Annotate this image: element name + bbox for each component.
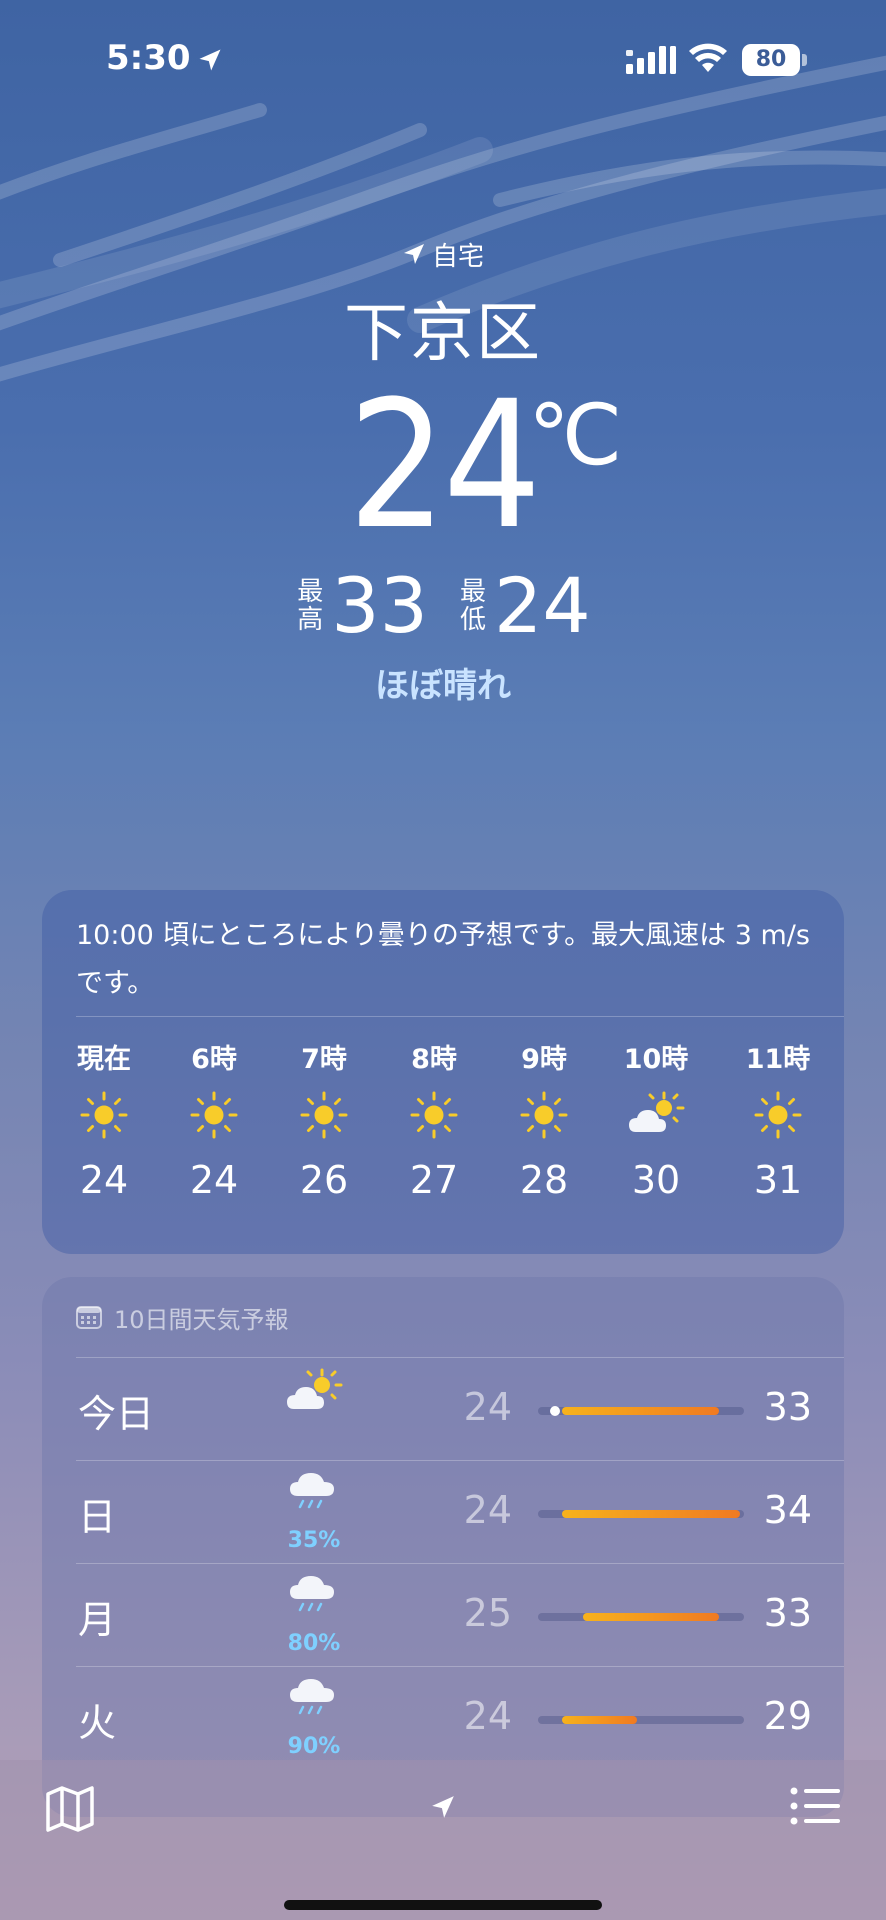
temp-range-bar	[538, 1406, 744, 1416]
location-arrow-icon	[403, 244, 424, 264]
high-low: 最高 33 最低 24	[0, 566, 886, 646]
hour-label: 10時	[623, 1044, 689, 1075]
daily-header-label: 10日間天気予報	[114, 1305, 289, 1334]
partly-cloudy-icon	[278, 1367, 350, 1455]
high-temp: 34	[763, 1488, 812, 1532]
hour-temp: 30	[631, 1158, 681, 1202]
low-temp: 25	[463, 1591, 512, 1635]
daily-row[interactable]: 月 80% 25 33	[42, 1563, 844, 1666]
current-temp-dot	[550, 1406, 560, 1416]
low-label: 最低	[459, 577, 486, 635]
high-value: 33	[331, 561, 428, 650]
rain-cloud-icon: 90%	[278, 1676, 350, 1764]
day-label: 月	[78, 1598, 117, 1642]
hour-label: 7時	[301, 1044, 347, 1075]
sun-icon	[159, 1080, 269, 1150]
location-arrow-icon[interactable]	[430, 1794, 456, 1820]
condition-text: ほぼ晴れ	[375, 666, 511, 706]
low-value: 24	[494, 561, 591, 650]
precip-chance: 80%	[287, 1631, 341, 1656]
hourly-item: 現在 24	[49, 1040, 159, 1210]
hourly-item: 6時 24	[159, 1040, 269, 1210]
home-location: 自宅	[0, 236, 886, 272]
home-indicator[interactable]	[284, 1900, 602, 1910]
map-icon[interactable]	[44, 1782, 96, 1834]
precip-chance: 35%	[287, 1528, 341, 1553]
hour-temp: 31	[753, 1158, 803, 1202]
hourly-item: 10時 30	[601, 1040, 711, 1210]
day-label: 今日	[78, 1392, 155, 1436]
hour-label: 8時	[411, 1044, 457, 1075]
divider	[76, 1016, 844, 1017]
location-arrow-icon	[199, 49, 221, 71]
hour-label: 現在	[77, 1044, 131, 1075]
sun-icon	[49, 1080, 159, 1150]
low-temp: 24	[463, 1694, 512, 1738]
sun-icon	[379, 1080, 489, 1150]
temp-range-fill	[562, 1407, 720, 1415]
temp-range-fill	[562, 1716, 637, 1724]
hour-temp: 27	[409, 1158, 459, 1202]
temp-range-fill	[562, 1510, 740, 1518]
low-temp: 24	[463, 1488, 512, 1532]
list-icon[interactable]	[790, 1786, 840, 1826]
home-label: 自宅	[431, 241, 484, 272]
temp-range-bar	[538, 1510, 744, 1518]
bottom-toolbar	[0, 1760, 886, 1920]
daily-row[interactable]: 日 35% 24 34	[42, 1460, 844, 1563]
current-temperature: 24 ℃	[0, 376, 886, 556]
sun-icon	[269, 1080, 379, 1150]
divider	[76, 1666, 844, 1667]
divider	[76, 1460, 844, 1461]
divider	[76, 1563, 844, 1564]
high-temp: 29	[763, 1694, 812, 1738]
current-weather: 自宅 下京区 24 ℃ 最高 33 最低 24 ほぼ晴れ	[0, 236, 886, 707]
hour-temp: 24	[189, 1158, 239, 1202]
high-temp: 33	[763, 1385, 812, 1429]
rain-cloud-icon: 35%	[278, 1470, 350, 1558]
calendar-icon	[76, 1306, 102, 1329]
hour-label: 9時	[521, 1044, 567, 1075]
daily-row[interactable]: 火 90% 24 29	[42, 1666, 844, 1769]
hour-label: 11時	[745, 1044, 811, 1075]
hour-temp: 26	[299, 1158, 349, 1202]
hourly-list[interactable]: 現在 24 6時 24 7時 26 8時 27 9時 28 10時 30 11時 31	[42, 1040, 844, 1240]
hourly-item: 11時 31	[723, 1040, 833, 1210]
precip-chance: 90%	[287, 1734, 341, 1759]
temp-range-fill	[582, 1613, 720, 1621]
low-temp: 24	[463, 1385, 512, 1429]
high-label: 最高	[297, 577, 324, 635]
daily-forecast-card[interactable]: 10日間天気予報 今日 24 33 日 35% 24 34 月 80% 25 33 火 90% 24 29	[42, 1277, 844, 1817]
hour-label: 6時	[191, 1044, 237, 1075]
high-temp: 33	[763, 1591, 812, 1635]
temperature-unit: ℃	[528, 386, 623, 484]
status-bar: 5:30 80	[0, 0, 886, 120]
hourly-item: 8時 27	[379, 1040, 489, 1210]
hour-temp: 28	[519, 1158, 569, 1202]
daily-row[interactable]: 今日 24 33	[42, 1357, 844, 1460]
battery-indicator: 80	[742, 44, 808, 76]
battery-level: 80	[755, 47, 787, 72]
status-time: 5:30	[106, 38, 191, 78]
wifi-icon	[689, 43, 727, 72]
cellular-signal-icon	[626, 46, 676, 74]
sun-icon	[723, 1080, 833, 1150]
hour-temp: 24	[79, 1158, 129, 1202]
sun-icon	[489, 1080, 599, 1150]
daily-header: 10日間天気予報	[76, 1301, 289, 1334]
day-label: 日	[78, 1495, 117, 1539]
forecast-summary: 10:00 頃にところにより曇りの予想です。最大風速は 3 m/s です。	[76, 920, 810, 999]
temp-range-bar	[538, 1716, 744, 1724]
partly-cloudy-icon	[601, 1080, 711, 1150]
temperature-value: 24	[347, 363, 542, 568]
day-label: 火	[78, 1701, 117, 1745]
temp-range-bar	[538, 1613, 744, 1621]
hourly-forecast-card[interactable]: 10:00 頃にところにより曇りの予想です。最大風速は 3 m/s です。 現在…	[42, 890, 844, 1254]
divider	[76, 1357, 844, 1358]
city-name: 下京区	[344, 297, 542, 371]
hourly-item: 9時 28	[489, 1040, 599, 1210]
hourly-item: 7時 26	[269, 1040, 379, 1210]
rain-cloud-icon: 80%	[278, 1573, 350, 1661]
